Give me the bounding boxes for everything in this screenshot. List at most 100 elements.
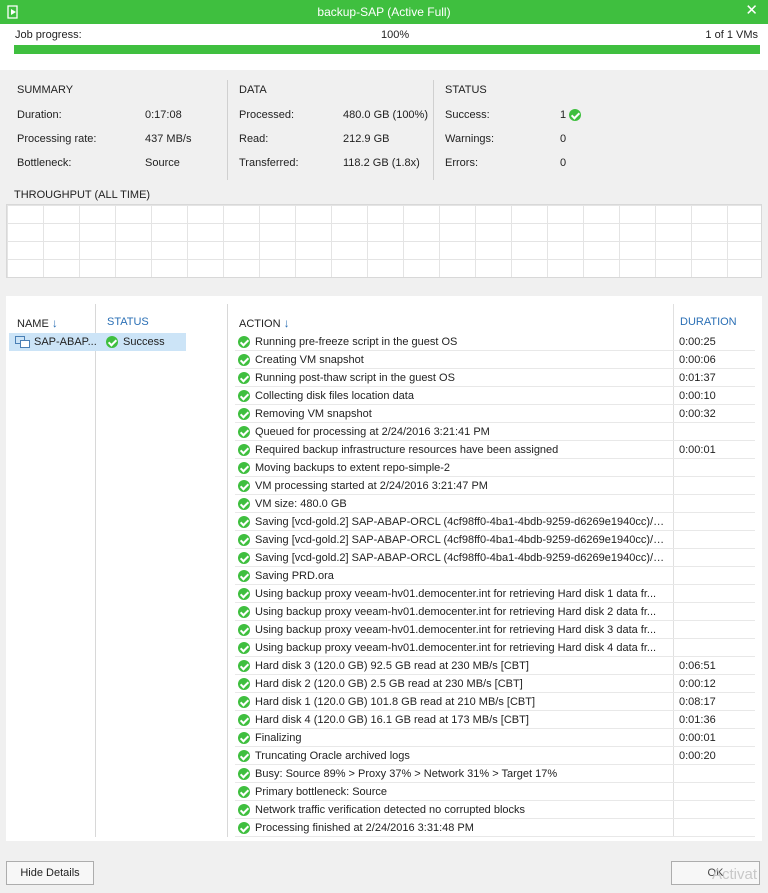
action-row[interactable]: Saving PRD.ora: [235, 567, 755, 585]
action-duration: 0:00:10: [679, 390, 716, 402]
sort-down-arrow-icon: ↓: [283, 316, 290, 330]
data-label: Processed:: [239, 109, 295, 121]
action-duration: 0:00:25: [679, 336, 716, 348]
status-value: 0: [560, 157, 567, 169]
action-row[interactable]: Hard disk 2 (120.0 GB) 2.5 GB read at 23…: [235, 675, 755, 693]
success-check-icon: [238, 714, 250, 726]
job-vms-count: 1 of 1 VMs: [705, 29, 758, 41]
action-row[interactable]: Hard disk 4 (120.0 GB) 16.1 GB read at 1…: [235, 711, 755, 729]
action-text: Truncating Oracle archived logs: [255, 750, 410, 762]
action-text: Finalizing: [255, 732, 302, 744]
action-row[interactable]: Processing finished at 2/24/2016 3:31:48…: [235, 819, 755, 837]
action-row[interactable]: Saving [vcd-gold.2] SAP-ABAP-ORCL (4cf98…: [235, 513, 755, 531]
success-check-icon: [238, 660, 250, 672]
success-count: 1: [560, 109, 567, 121]
success-check-icon: [238, 696, 250, 708]
action-row[interactable]: Moving backups to extent repo-simple-2: [235, 459, 755, 477]
action-row[interactable]: Creating VM snapshot 0:00:06: [235, 351, 755, 369]
success-check-icon: [238, 570, 250, 582]
action-column-header[interactable]: ACTION ↓: [239, 316, 290, 330]
action-row[interactable]: Hard disk 1 (120.0 GB) 101.8 GB read at …: [235, 693, 755, 711]
action-row[interactable]: Required backup infrastructure resources…: [235, 441, 755, 459]
title-bar: backup-SAP (Active Full) ✕: [0, 0, 768, 24]
action-text: Processing finished at 2/24/2016 3:31:48…: [255, 822, 474, 834]
status-label: Errors:: [445, 157, 478, 169]
success-check-icon: [238, 516, 250, 528]
action-duration: 0:01:37: [679, 372, 716, 384]
success-check-icon: [238, 624, 250, 636]
action-text: Using backup proxy veeam-hv01.democenter…: [255, 588, 657, 600]
action-duration: 0:00:20: [679, 750, 716, 762]
action-row[interactable]: Finalizing 0:00:01: [235, 729, 755, 747]
action-text: Hard disk 2 (120.0 GB) 2.5 GB read at 23…: [255, 678, 523, 690]
action-duration: 0:01:36: [679, 714, 716, 726]
details-panel: NAME ↓ STATUS SAP-ABAP... Success ACTION…: [6, 296, 762, 841]
action-row[interactable]: VM processing started at 2/24/2016 3:21:…: [235, 477, 755, 495]
name-column-header[interactable]: NAME ↓: [17, 316, 58, 330]
action-row[interactable]: Running pre-freeze script in the guest O…: [235, 333, 755, 351]
action-duration: 0:08:17: [679, 696, 716, 708]
summary-label: Duration:: [17, 109, 62, 121]
action-duration: 0:00:01: [679, 732, 716, 744]
vm-list-item[interactable]: SAP-ABAP... Success: [9, 333, 186, 351]
throughput-chart: [6, 204, 762, 278]
action-row[interactable]: Truncating Oracle archived logs 0:00:20: [235, 747, 755, 765]
job-progress-section: Job progress: 100% 1 of 1 VMs: [0, 24, 768, 70]
data-label: Transferred:: [239, 157, 299, 169]
action-text: Using backup proxy veeam-hv01.democenter…: [255, 624, 657, 636]
job-progress-percent: 100%: [381, 29, 410, 41]
job-progress-bar: [14, 45, 760, 54]
status-heading: STATUS: [445, 84, 487, 96]
action-row[interactable]: Removing VM snapshot 0:00:32: [235, 405, 755, 423]
action-duration: 0:06:51: [679, 660, 716, 672]
action-row[interactable]: Using backup proxy veeam-hv01.democenter…: [235, 639, 755, 657]
success-check-icon: [238, 408, 250, 420]
success-check-icon: [238, 606, 250, 618]
hide-details-button[interactable]: Hide Details: [6, 861, 94, 885]
action-row[interactable]: Busy: Source 89% > Proxy 37% > Network 3…: [235, 765, 755, 783]
action-row[interactable]: Saving [vcd-gold.2] SAP-ABAP-ORCL (4cf98…: [235, 531, 755, 549]
success-check-icon: [238, 750, 250, 762]
action-row[interactable]: Saving [vcd-gold.2] SAP-ABAP-ORCL (4cf98…: [235, 549, 755, 567]
success-check-icon: [238, 444, 250, 456]
throughput-title: THROUGHPUT (ALL TIME): [14, 189, 151, 201]
action-text: Busy: Source 89% > Proxy 37% > Network 3…: [255, 768, 558, 780]
summary-value: Source: [145, 157, 180, 169]
vm-status-label: Success: [123, 336, 165, 348]
action-row[interactable]: Queued for processing at 2/24/2016 3:21:…: [235, 423, 755, 441]
status-column: STATUS Success: 1 Warnings: 0 Errors: 0: [445, 80, 645, 180]
action-text: Queued for processing at 2/24/2016 3:21:…: [255, 426, 490, 438]
action-row[interactable]: Running post-thaw script in the guest OS…: [235, 369, 755, 387]
success-check-icon: [238, 678, 250, 690]
close-icon[interactable]: ✕: [745, 3, 758, 19]
action-row[interactable]: Using backup proxy veeam-hv01.democenter…: [235, 603, 755, 621]
action-row[interactable]: Using backup proxy veeam-hv01.democenter…: [235, 621, 755, 639]
action-text: Using backup proxy veeam-hv01.democenter…: [255, 606, 657, 618]
data-value: 118.2 GB (1.8x): [343, 157, 420, 169]
action-row[interactable]: Collecting disk files location data 0:00:…: [235, 387, 755, 405]
success-check-icon: [238, 786, 250, 798]
sort-down-arrow-icon: ↓: [51, 316, 58, 330]
summary-value: 0:17:08: [145, 109, 182, 121]
action-row[interactable]: Network traffic verification detected no…: [235, 801, 755, 819]
success-check-icon: [238, 498, 250, 510]
success-check-icon: [238, 768, 250, 780]
action-duration: 0:00:32: [679, 408, 716, 420]
success-check-icon: [238, 354, 250, 366]
action-row[interactable]: VM size: 480.0 GB: [235, 495, 755, 513]
action-text: Removing VM snapshot: [255, 408, 372, 420]
column-divider: [433, 80, 434, 180]
action-text: Saving [vcd-gold.2] SAP-ABAP-ORCL (4cf98…: [255, 516, 665, 528]
action-row[interactable]: Primary bottleneck: Source: [235, 783, 755, 801]
action-row[interactable]: Using backup proxy veeam-hv01.democenter…: [235, 585, 755, 603]
data-column: DATA Processed: 480.0 GB (100%) Read: 21…: [239, 80, 435, 180]
action-row[interactable]: Hard disk 3 (120.0 GB) 92.5 GB read at 2…: [235, 657, 755, 675]
status-column-header[interactable]: STATUS: [107, 316, 149, 328]
success-check-icon: [238, 534, 250, 546]
data-value: 212.9 GB: [343, 133, 390, 145]
success-check-icon: [106, 336, 118, 349]
data-label: Read:: [239, 133, 269, 145]
duration-column-header[interactable]: DURATION: [680, 316, 737, 328]
status-label: Success:: [445, 109, 490, 121]
action-text: Required backup infrastructure resources…: [255, 444, 559, 456]
